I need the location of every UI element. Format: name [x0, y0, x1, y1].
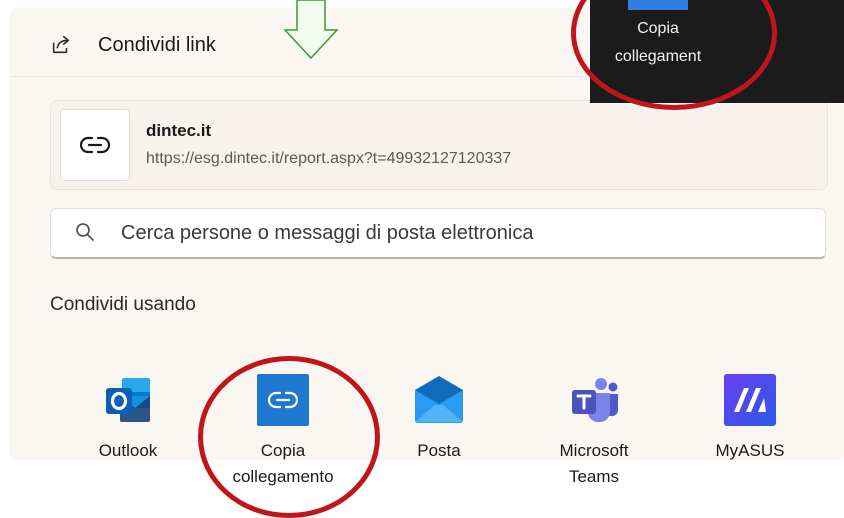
link-preview-card: dintec.it https://esg.dintec.it/report.a…	[50, 100, 828, 190]
share-target-outlook[interactable]: Outlook	[68, 374, 188, 464]
share-target-mail[interactable]: Posta	[379, 374, 499, 464]
red-highlight-circle	[198, 356, 380, 518]
search-input[interactable]	[119, 217, 803, 249]
share-target-myasus[interactable]: MyASUS	[690, 374, 810, 464]
share-icon	[52, 35, 70, 54]
search-icon	[76, 223, 94, 241]
app-label: Outlook	[98, 441, 158, 460]
myasus-icon	[724, 374, 776, 426]
section-title: Condividi usando	[50, 294, 196, 315]
link-thumbnail	[60, 109, 130, 181]
panel-header: Condividi link	[50, 30, 216, 60]
app-label-line2: Teams	[568, 467, 620, 486]
panel-title: Condividi link	[98, 33, 216, 56]
teams-icon	[572, 378, 618, 422]
link-title: dintec.it	[146, 121, 212, 140]
link-icon	[80, 136, 110, 154]
mail-icon	[415, 376, 463, 423]
green-arrow-annotation	[283, 0, 339, 60]
app-label: Microsoft	[559, 441, 629, 460]
app-label: MyASUS	[715, 441, 785, 460]
share-target-teams[interactable]: Microsoft Teams	[534, 374, 654, 490]
app-label: Posta	[417, 441, 461, 460]
outlook-icon	[106, 378, 150, 422]
link-url: https://esg.dintec.it/report.aspx?t=4993…	[146, 150, 512, 167]
search-box[interactable]	[50, 208, 826, 259]
